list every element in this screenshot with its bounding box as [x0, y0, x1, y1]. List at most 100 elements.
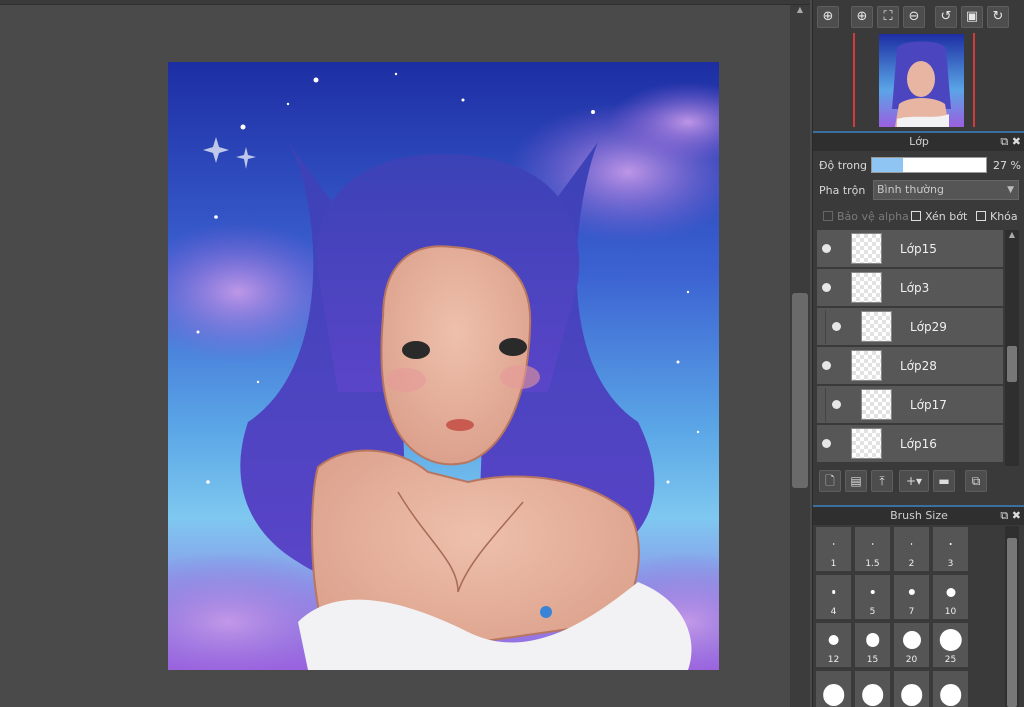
checkbox-box	[911, 211, 921, 221]
paint-app: ▲ ⊕ ⊕ ⛶ ⊖ ↺ ▣ ↻ Lớp ⧉ ✖ Độ trong 27 % Ph…	[0, 0, 1024, 707]
opacity-slider[interactable]	[871, 157, 987, 173]
checkbox-box	[976, 211, 986, 221]
close-icon[interactable]: ✖	[1012, 135, 1021, 148]
brush-preview-dot	[870, 589, 875, 595]
layer-row[interactable]: Lớp17	[817, 386, 1003, 424]
canvas-scroll-thumb[interactable]	[792, 293, 808, 488]
brush-preview-dot	[939, 684, 962, 706]
panel-header-icons: ⧉ ✖	[1000, 507, 1021, 525]
blend-mode-select[interactable]: Bình thường ▼	[873, 180, 1019, 200]
layer-row[interactable]: Lớp3	[817, 269, 1003, 307]
layer-name: Lớp29	[910, 320, 947, 334]
layer-thumbnail	[851, 233, 882, 264]
lock-checkbox[interactable]: Khóa	[976, 210, 1018, 223]
brush-preview-dot	[900, 684, 923, 706]
brush-size-cell[interactable]	[932, 670, 969, 707]
rotate-right-icon[interactable]: ↻	[987, 6, 1009, 28]
close-icon[interactable]: ✖	[1012, 509, 1021, 522]
brush-size-cell[interactable]: 5	[854, 574, 891, 620]
zoom-out-icon[interactable]: ⊖	[903, 6, 925, 28]
zoom-in-icon[interactable]: ⊕	[817, 6, 839, 28]
brush-panel-header: Brush Size ⧉ ✖	[813, 505, 1024, 525]
blend-label: Pha trộn	[819, 184, 866, 197]
brush-preview-dot	[822, 684, 845, 706]
brush-size-cell[interactable]: 3	[932, 526, 969, 572]
layer-thumbnail	[861, 389, 892, 420]
layer-list[interactable]: Lớp15 Lớp3 Lớp29 Lớp28 Lớp17 Lớp16	[817, 230, 1003, 466]
rotate-left-icon[interactable]: ↺	[935, 6, 957, 28]
protect-alpha-label: Bảo vệ alpha	[837, 210, 909, 223]
layer-thumbnail	[861, 311, 892, 342]
add-layer-menu-icon[interactable]: +▾	[899, 470, 929, 492]
artwork-canvas[interactable]	[168, 62, 719, 670]
layer-thumbnail	[851, 350, 882, 381]
brush-scroll-thumb[interactable]	[1007, 538, 1017, 707]
brush-size-label: 12	[827, 655, 840, 665]
folder-icon[interactable]: ▬	[933, 470, 955, 492]
brush-size-label: 15	[866, 655, 879, 665]
brush-size-cell[interactable]: 15	[854, 622, 891, 668]
new-layer-icon[interactable]: 🗋	[819, 470, 841, 492]
brush-size-cell[interactable]: 4	[815, 574, 852, 620]
fit-icon[interactable]: ⛶	[877, 6, 899, 28]
layer-row[interactable]: Lớp28	[817, 347, 1003, 385]
fullscreen-icon[interactable]: ▣	[961, 6, 983, 28]
visibility-eye-icon[interactable]	[832, 322, 841, 331]
layer-row[interactable]: Lớp15	[817, 230, 1003, 268]
visibility-eye-icon[interactable]	[822, 439, 831, 448]
brush-size-cell[interactable]: 20	[893, 622, 930, 668]
new-layer-alt-icon[interactable]: ▤	[845, 470, 867, 492]
brush-size-cell[interactable]	[893, 670, 930, 707]
navigator-preview[interactable]	[815, 33, 1023, 127]
brush-preview-dot	[828, 634, 839, 646]
visibility-eye-icon[interactable]	[822, 361, 831, 370]
visibility-eye-icon[interactable]	[822, 283, 831, 292]
brush-size-cell[interactable]: 25	[932, 622, 969, 668]
duplicate-icon[interactable]: ⧉	[965, 470, 987, 492]
blend-mode-value: Bình thường	[877, 183, 944, 196]
brush-size-label: 2	[908, 559, 915, 569]
brush-preview-dot	[902, 631, 921, 649]
layer-panel-title: Lớp	[909, 135, 929, 148]
right-panel: ⊕ ⊕ ⛶ ⊖ ↺ ▣ ↻ Lớp ⧉ ✖ Độ trong 27 % Pha …	[812, 0, 1024, 707]
layer-row[interactable]: Lớp16	[817, 425, 1003, 463]
brush-size-cell[interactable]: 2	[893, 526, 930, 572]
chevron-down-icon: ▼	[1007, 185, 1014, 195]
brush-size-cell[interactable]: 10	[932, 574, 969, 620]
canvas-area[interactable]	[0, 5, 790, 707]
float-panel-icon[interactable]: ⧉	[1000, 135, 1008, 148]
layer-name: Lớp15	[900, 242, 937, 256]
clipping-checkbox[interactable]: Xén bớt	[911, 210, 967, 223]
layer-list-scrollbar[interactable]: ▲	[1005, 230, 1019, 466]
layer-scroll-thumb[interactable]	[1007, 346, 1017, 382]
float-panel-icon[interactable]: ⧉	[1000, 509, 1008, 522]
brush-size-label: 1	[830, 559, 837, 569]
brush-preview-dot	[908, 588, 915, 596]
layer-name: Lớp16	[900, 437, 937, 451]
canvas-vertical-scrollbar[interactable]: ▲	[790, 5, 810, 707]
visibility-eye-icon[interactable]	[822, 244, 831, 253]
visibility-eye-icon[interactable]	[832, 400, 841, 409]
brush-size-label: 7	[908, 607, 915, 617]
brush-size-cell[interactable]: 1.5	[854, 526, 891, 572]
brush-size-cell[interactable]	[815, 670, 852, 707]
opacity-label: Độ trong	[819, 159, 868, 172]
layer-panel-header: Lớp ⧉ ✖	[813, 131, 1024, 151]
layer-row[interactable]: Lớp29	[817, 308, 1003, 346]
scroll-up-arrow-icon[interactable]: ▲	[1007, 230, 1017, 239]
brush-size-label: 10	[944, 607, 957, 617]
artwork-illustration	[168, 62, 719, 670]
import-layer-icon[interactable]: ⤒	[871, 470, 893, 492]
navigator-thumbnail	[879, 34, 964, 127]
brush-size-cell[interactable]: 7	[893, 574, 930, 620]
brush-scrollbar[interactable]	[1005, 526, 1019, 707]
scroll-up-arrow-icon[interactable]: ▲	[794, 5, 806, 15]
brush-size-label: 20	[905, 655, 918, 665]
brush-size-cell[interactable]: 12	[815, 622, 852, 668]
brush-size-cell[interactable]	[854, 670, 891, 707]
layer-name: Lớp28	[900, 359, 937, 373]
protect-alpha-checkbox[interactable]: Bảo vệ alpha	[823, 210, 909, 223]
layer-thumbnail	[851, 428, 882, 459]
brush-size-cell[interactable]: 1	[815, 526, 852, 572]
zoom-in-plus-icon[interactable]: ⊕	[851, 6, 873, 28]
